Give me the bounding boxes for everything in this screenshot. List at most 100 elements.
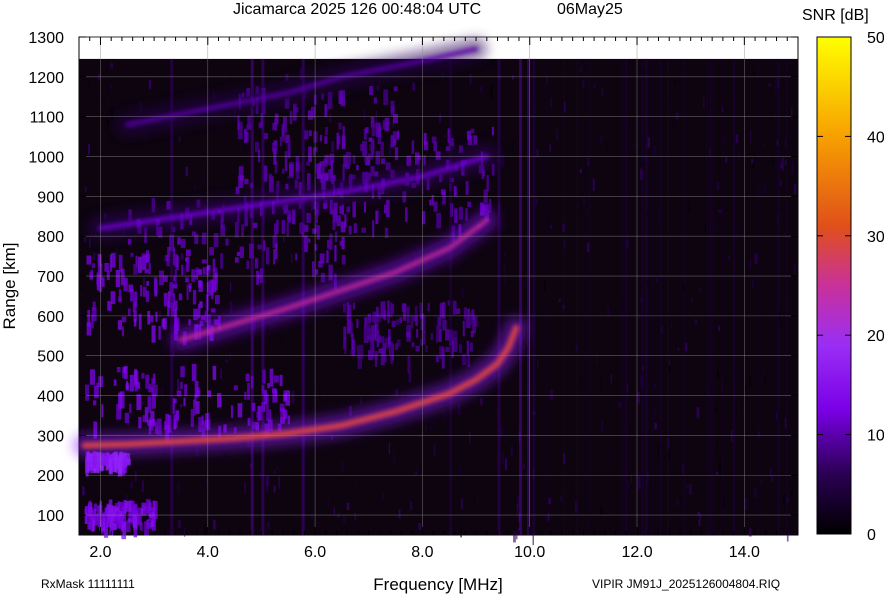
- heatmap-cloud-cell: [491, 126, 494, 136]
- heatmap-cloud-cell: [159, 270, 164, 285]
- heatmap-cloud-cell: [101, 277, 105, 287]
- heatmap-cloud-cell: [423, 133, 427, 145]
- heatmap-cloud-cell: [140, 508, 144, 515]
- heatmap-noise-cell: [587, 157, 589, 167]
- heatmap-cloud-cell: [141, 373, 145, 379]
- heatmap-noise-cell: [601, 421, 603, 432]
- heatmap-cloud-cell: [122, 505, 125, 518]
- heatmap-noise-cell: [141, 401, 145, 405]
- heatmap-cloud-cell: [436, 355, 439, 362]
- heatmap-noise-cell: [541, 163, 544, 175]
- heatmap-noise-cell: [79, 314, 82, 326]
- heatmap-cloud-cell: [452, 330, 458, 341]
- heatmap-cloud-cell: [233, 385, 238, 391]
- heatmap-cloud-cell: [184, 384, 188, 396]
- heatmap-cloud-cell: [393, 86, 398, 91]
- heatmap-cloud-cell: [91, 517, 96, 532]
- heatmap-cloud-cell: [193, 399, 196, 416]
- heatmap-noise-cell: [415, 471, 417, 475]
- heatmap-noise-cell: [141, 480, 144, 492]
- heatmap-noise-cell: [537, 359, 539, 369]
- heatmap-cloud-cell: [288, 140, 291, 149]
- heatmap-noise-cell: [698, 224, 700, 229]
- heatmap-cloud-cell: [467, 130, 471, 140]
- heatmap-cloud-cell: [295, 253, 298, 261]
- x-tick-label: 4.0: [197, 544, 219, 561]
- y-tick-label: 1100: [30, 110, 65, 127]
- heatmap-noise-cell: [221, 128, 223, 133]
- heatmap-cloud-cell: [123, 366, 127, 373]
- heatmap-noise-cell: [273, 485, 276, 493]
- rxmask-label: RxMask 11111111: [41, 577, 135, 591]
- heatmap-noise-cell: [259, 360, 261, 367]
- heatmap-cloud-cell: [286, 221, 289, 237]
- heatmap-noise-cell: [177, 520, 181, 529]
- heatmap-noise-cell: [412, 82, 416, 91]
- heatmap-cloud-cell: [343, 326, 347, 340]
- heatmap-noise-cell: [311, 513, 314, 520]
- heatmap-noise-cell: [276, 466, 279, 470]
- heatmap-cloud-cell: [125, 383, 130, 391]
- y-tick-label: 1200: [28, 70, 64, 87]
- heatmap-cloud-cell: [124, 412, 130, 424]
- heatmap-noise-cell: [88, 237, 91, 248]
- heatmap-cloud-cell: [411, 140, 415, 154]
- heatmap-cloud-cell: [219, 397, 222, 407]
- heatmap-noise-cell: [696, 407, 700, 419]
- heatmap-noise-cell: [687, 205, 691, 213]
- heatmap-cloud-cell: [387, 300, 390, 317]
- heatmap-noise-cell: [594, 82, 596, 89]
- heatmap-noise-cell: [393, 451, 395, 464]
- heatmap-noise-cell: [184, 527, 186, 537]
- heatmap-cloud-cell: [93, 400, 97, 406]
- heatmap-noise-cell: [346, 502, 350, 511]
- heatmap-noise-cell: [180, 403, 183, 408]
- heatmap-noise-cell: [764, 375, 766, 385]
- colorbar-label: SNR [dB]: [802, 7, 869, 24]
- heatmap-noise-cell: [547, 513, 550, 521]
- heatmap-cloud-cell: [388, 336, 391, 345]
- heatmap-cloud-cell: [371, 123, 376, 137]
- heatmap-cloud-cell: [328, 264, 333, 281]
- heatmap-cloud-cell: [365, 127, 369, 134]
- heatmap-cloud-cell: [220, 253, 223, 269]
- heatmap-noise-cell: [505, 458, 507, 470]
- heatmap-cloud-cell: [285, 183, 289, 190]
- heatmap-cloud-cell: [292, 209, 296, 225]
- heatmap-cloud-cell: [213, 233, 219, 248]
- colorbar-tick-label: 20: [867, 328, 884, 345]
- x-tick-label: 6.0: [304, 544, 326, 561]
- heatmap-noise-cell: [461, 498, 463, 510]
- heatmap-noise-cell: [607, 307, 609, 316]
- heatmap-noise-cell: [697, 511, 700, 515]
- heatmap-cloud-cell: [368, 327, 374, 342]
- heatmap-cloud-cell: [185, 257, 189, 262]
- heatmap-noise-cell: [81, 287, 83, 291]
- y-tick-label: 1300: [28, 30, 64, 47]
- heatmap-cloud-cell: [104, 455, 108, 466]
- heatmap-cloud-cell: [326, 250, 329, 263]
- heatmap-cloud-cell: [351, 174, 356, 180]
- heatmap-noise-cell: [752, 163, 755, 168]
- heatmap-noise-cell: [225, 359, 228, 363]
- heatmap-cloud-cell: [333, 202, 338, 218]
- heatmap-noise-cell: [791, 161, 794, 174]
- heatmap-noise-cell: [716, 438, 719, 451]
- heatmap-noise-cell: [687, 201, 690, 206]
- heatmap-noise-cell: [247, 151, 250, 155]
- heatmap-noise-cell: [522, 463, 525, 470]
- heatmap-noise-cell: [477, 321, 480, 328]
- heatmap-noise-cell: [653, 406, 657, 418]
- heatmap-noise-cell: [430, 421, 433, 431]
- y-tick-label: 1000: [28, 150, 64, 167]
- heatmap-noise-cell: [333, 507, 335, 516]
- heatmap-noise-cell: [601, 371, 603, 384]
- heatmap-noise-cell: [716, 471, 719, 475]
- heatmap-noise-cell: [682, 464, 684, 474]
- heatmap-cloud-cell: [308, 146, 312, 163]
- heatmap-noise-cell: [504, 251, 506, 258]
- heatmap-noise-cell: [703, 97, 705, 109]
- heatmap-cloud-cell: [391, 106, 395, 113]
- heatmap-cloud-cell: [468, 312, 473, 325]
- heatmap-cloud-cell: [130, 252, 134, 257]
